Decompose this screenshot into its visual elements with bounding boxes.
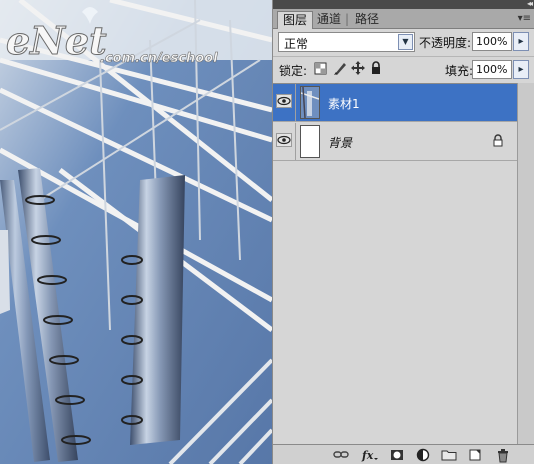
lock-all-icon[interactable] xyxy=(369,60,383,76)
layers-bottom-toolbar: fx xyxy=(273,444,534,464)
tab-channels[interactable]: 通道 xyxy=(312,11,346,29)
divider xyxy=(273,56,534,57)
fill-slider-arrow-icon[interactable]: ▸ xyxy=(513,60,529,79)
layer-row-background[interactable]: 背景 xyxy=(273,123,517,161)
svg-text:eNet: eNet xyxy=(6,18,107,63)
panel-tabs: 图层 通道 | 路径 ▾≡ xyxy=(273,9,534,29)
new-group-icon[interactable] xyxy=(441,447,457,463)
document-canvas[interactable]: eNet .com.cn/eschool xyxy=(0,0,272,464)
lock-transparent-pixels-icon[interactable] xyxy=(314,60,328,76)
chevron-down-icon[interactable]: ▼ xyxy=(398,34,413,50)
layer-name[interactable]: 素材1 xyxy=(328,95,360,112)
opacity-input[interactable]: 100% xyxy=(472,32,512,51)
visibility-eye-icon[interactable] xyxy=(276,94,292,108)
tab-divider: | xyxy=(345,12,350,26)
layer-mask-icon[interactable] xyxy=(389,447,405,463)
adjustment-layer-icon[interactable] xyxy=(415,447,431,463)
link-layers-icon[interactable] xyxy=(333,447,349,463)
svg-text:fx: fx xyxy=(361,449,374,462)
layer-style-icon[interactable]: fx xyxy=(361,447,378,463)
lock-icon xyxy=(492,134,504,148)
tab-layers[interactable]: 图层 xyxy=(277,11,314,29)
lock-label: 锁定: xyxy=(279,64,308,78)
lock-position-icon[interactable] xyxy=(351,60,365,76)
layer-thumbnail[interactable] xyxy=(300,86,320,119)
layer-list: 素材1 背景 xyxy=(273,83,517,444)
layer-divider xyxy=(295,84,296,121)
layer-list-scrollbar[interactable] xyxy=(517,83,534,444)
visibility-eye-icon[interactable] xyxy=(276,133,292,147)
delete-layer-icon[interactable] xyxy=(495,447,511,463)
lock-image-pixels-icon[interactable] xyxy=(333,60,347,76)
panel-title-bar[interactable]: ◂◂ xyxy=(273,0,534,9)
blend-mode-value: 正常 xyxy=(284,37,309,51)
opacity-slider-arrow-icon[interactable]: ▸ xyxy=(513,32,529,51)
layer-thumbnail[interactable] xyxy=(300,125,320,158)
layer-name[interactable]: 背景 xyxy=(328,134,352,151)
layers-panel: ◂◂ 图层 通道 | 路径 ▾≡ 正常 ▼ 不透明度: 100% ▸ 锁定: 填… xyxy=(272,0,534,464)
layer-row-material1[interactable]: 素材1 xyxy=(273,84,517,122)
layer-divider xyxy=(295,123,296,160)
tab-paths[interactable]: 路径 xyxy=(350,11,384,29)
blend-mode-select[interactable]: 正常 ▼ xyxy=(278,32,415,52)
watermark-logo: eNet .com.cn/eschool xyxy=(6,7,218,66)
site-watermark: eNet .com.cn/eschool xyxy=(4,4,224,74)
collapse-panel-icon[interactable]: ◂◂ xyxy=(527,0,533,9)
new-layer-icon[interactable] xyxy=(467,447,483,463)
svg-text:.com.cn/eschool: .com.cn/eschool xyxy=(100,51,218,66)
fill-label: 填充: xyxy=(445,64,474,78)
fill-input[interactable]: 100% xyxy=(472,60,512,79)
opacity-label: 不透明度: xyxy=(419,36,472,50)
panel-menu-icon[interactable]: ▾≡ xyxy=(518,11,531,27)
